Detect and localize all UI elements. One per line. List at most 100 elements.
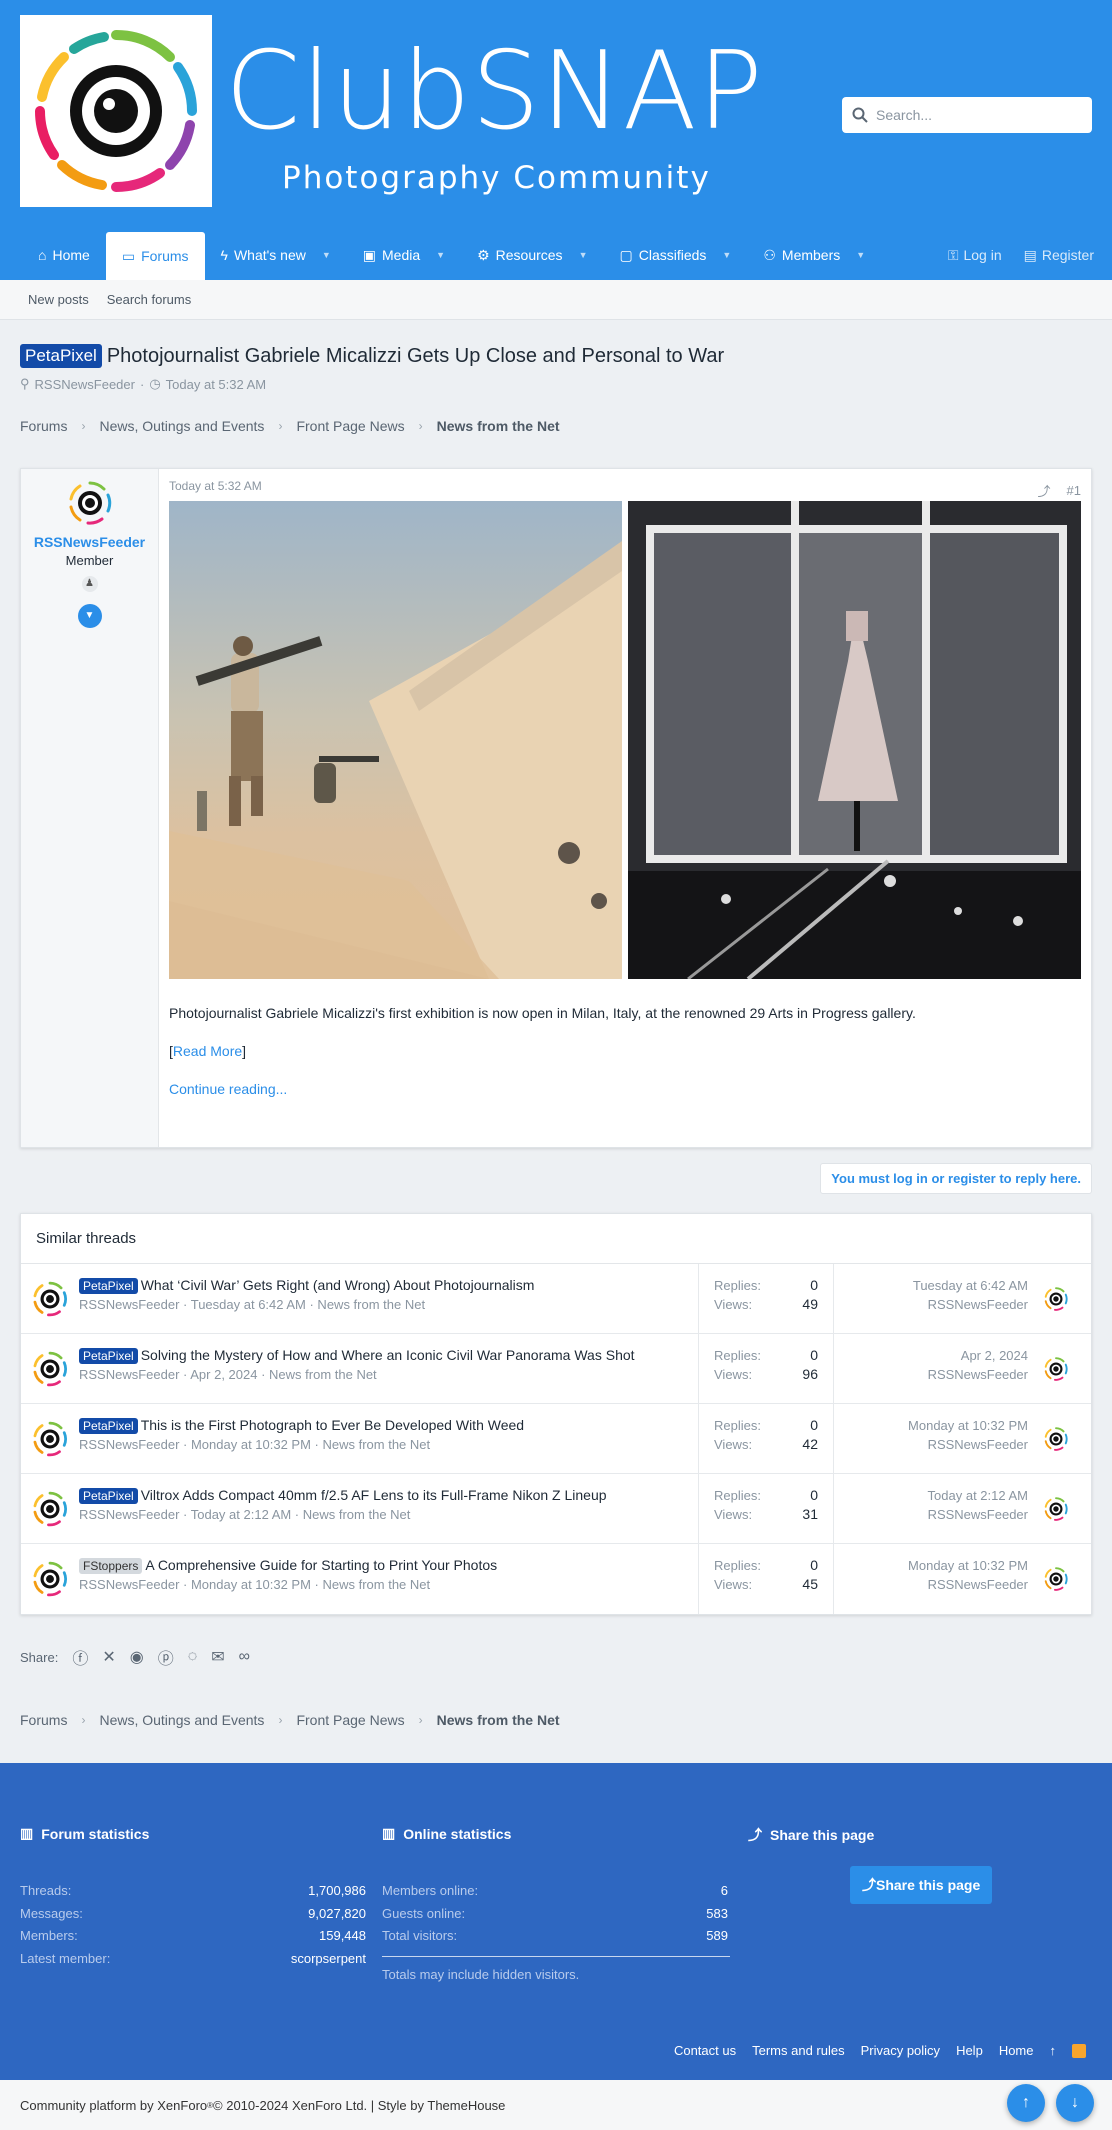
chevron-down-icon[interactable]: ▼ bbox=[722, 250, 731, 260]
new-posts-link[interactable]: New posts bbox=[28, 292, 89, 307]
nav-forums[interactable]: ▭ Forums bbox=[105, 232, 205, 280]
last-post-user[interactable]: RSSNewsFeeder bbox=[834, 1365, 1028, 1384]
last-post-date[interactable]: Today at 2:12 AM bbox=[834, 1486, 1028, 1505]
footer-privacy-link[interactable]: Privacy policy bbox=[861, 2043, 940, 2058]
thread-prefix-badge[interactable]: PetaPixel bbox=[79, 1418, 138, 1434]
chevron-down-icon[interactable]: ▼ bbox=[436, 250, 445, 260]
replies-count: 0 bbox=[810, 1347, 818, 1363]
last-post-user[interactable]: RSSNewsFeeder bbox=[834, 1505, 1028, 1524]
nav-classifieds[interactable]: ▢ Classifieds ▼ bbox=[603, 230, 747, 280]
last-post-date[interactable]: Tuesday at 6:42 AM bbox=[834, 1276, 1028, 1295]
thread-prefix-badge[interactable]: PetaPixel bbox=[79, 1488, 138, 1504]
nav-whats-new[interactable]: ϟ What's new ▼ bbox=[205, 230, 347, 280]
last-post-date[interactable]: Apr 2, 2024 bbox=[834, 1346, 1028, 1365]
search-input[interactable]: Search... bbox=[842, 97, 1092, 133]
register-label: Register bbox=[1041, 247, 1094, 263]
continue-reading-link[interactable]: Continue reading... bbox=[169, 1081, 287, 1097]
thread-prefix-badge[interactable]: PetaPixel bbox=[20, 344, 102, 368]
similar-thread-title-link[interactable]: Viltrox Adds Compact 40mm f/2.5 AF Lens … bbox=[141, 1487, 607, 1503]
avatar[interactable] bbox=[21, 1404, 79, 1473]
last-poster-avatar[interactable] bbox=[1043, 1404, 1091, 1473]
nav-home[interactable]: ⌂ Home bbox=[22, 230, 106, 280]
facebook-icon[interactable]: ⓕ bbox=[72, 1645, 88, 1669]
last-poster-avatar[interactable] bbox=[1043, 1334, 1091, 1403]
last-poster-avatar[interactable] bbox=[1043, 1264, 1091, 1333]
main-nav: ⌂ Home ▭ Forums ϟ What's new ▼ ▣ Media ▼… bbox=[0, 230, 1112, 280]
rss-icon[interactable] bbox=[1072, 2043, 1086, 2058]
footer-home-link[interactable]: Home bbox=[999, 2043, 1034, 2058]
thread-prefix-badge[interactable]: PetaPixel bbox=[79, 1278, 138, 1294]
read-more-link[interactable]: Read More bbox=[173, 1043, 242, 1059]
site-header: ClubSNAP Photography Community Search...… bbox=[0, 0, 1112, 280]
breadcrumb-news-outings[interactable]: News, Outings and Events bbox=[99, 1712, 264, 1728]
last-post-user[interactable]: RSSNewsFeeder bbox=[834, 1575, 1028, 1594]
thread-date-link[interactable]: Today at 5:32 AM bbox=[166, 377, 266, 392]
site-logo[interactable] bbox=[20, 15, 212, 207]
whatsapp-icon[interactable]: ◌ bbox=[188, 1648, 198, 1666]
nav-members[interactable]: ⚇ Members ▼ bbox=[747, 230, 881, 280]
avatar[interactable] bbox=[21, 1544, 79, 1614]
x-twitter-icon[interactable]: ✕ bbox=[102, 1647, 115, 1667]
footer-help-link[interactable]: Help bbox=[956, 2043, 983, 2058]
share-icon[interactable]: ⤴ bbox=[1038, 481, 1051, 500]
thread-prefix-badge[interactable]: PetaPixel bbox=[79, 1348, 138, 1364]
scroll-down-button[interactable]: ↓ bbox=[1056, 2084, 1094, 2122]
link-icon[interactable]: ∞ bbox=[239, 1648, 250, 1666]
breadcrumb-news-outings[interactable]: News, Outings and Events bbox=[99, 418, 264, 434]
footer-terms-link[interactable]: Terms and rules bbox=[752, 2043, 844, 2058]
similar-thread-row[interactable]: PetaPixel What ‘Civil War’ Gets Right (an… bbox=[21, 1264, 1091, 1334]
nav-media[interactable]: ▣ Media ▼ bbox=[347, 230, 461, 280]
thread-author-link[interactable]: RSSNewsFeeder bbox=[35, 377, 135, 392]
similar-thread-title-link[interactable]: What ‘Civil War’ Gets Right (and Wrong) … bbox=[141, 1277, 535, 1293]
similar-thread-row[interactable]: PetaPixel This is the First Photograph to… bbox=[21, 1404, 1091, 1474]
footer-contact-link[interactable]: Contact us bbox=[674, 2043, 736, 2058]
avatar[interactable] bbox=[21, 1334, 79, 1403]
search-forums-link[interactable]: Search forums bbox=[107, 292, 192, 307]
similar-thread-title-link[interactable]: A Comprehensive Guide for Starting to Pr… bbox=[145, 1557, 497, 1573]
last-poster-avatar[interactable] bbox=[1043, 1544, 1091, 1614]
pinterest-icon[interactable]: ⓟ bbox=[158, 1645, 174, 1669]
avatar[interactable] bbox=[21, 1474, 79, 1543]
email-icon[interactable]: ✉ bbox=[211, 1647, 224, 1667]
last-post-user[interactable]: RSSNewsFeeder bbox=[834, 1295, 1028, 1314]
breadcrumb-front-page-news[interactable]: Front Page News bbox=[296, 1712, 404, 1728]
breadcrumb-news-from-net[interactable]: News from the Net bbox=[437, 418, 560, 434]
breadcrumb-news-from-net[interactable]: News from the Net bbox=[437, 1712, 560, 1728]
similar-thread-meta: RSSNewsFeeder · Monday at 10:32 PM · New… bbox=[79, 1437, 431, 1452]
thread-prefix-badge[interactable]: FStoppers bbox=[79, 1558, 143, 1574]
chevron-down-icon[interactable]: ▼ bbox=[856, 250, 865, 260]
similar-thread-title-link[interactable]: This is the First Photograph to Ever Be … bbox=[141, 1417, 524, 1433]
post-username[interactable]: RSSNewsFeeder bbox=[21, 534, 158, 550]
similar-thread-row[interactable]: PetaPixel Solving the Mystery of How and … bbox=[21, 1334, 1091, 1404]
nav-resources[interactable]: ⚙ Resources ▼ bbox=[461, 230, 603, 280]
scroll-up-button[interactable]: ↑ bbox=[1007, 2084, 1045, 2122]
avatar[interactable] bbox=[66, 479, 114, 527]
breadcrumb-forums[interactable]: Forums bbox=[20, 1712, 67, 1728]
post-image-soldiers[interactable] bbox=[169, 501, 622, 979]
breadcrumb-forums[interactable]: Forums bbox=[20, 418, 67, 434]
last-poster-avatar[interactable] bbox=[1043, 1474, 1091, 1543]
last-post-date[interactable]: Monday at 10:32 PM bbox=[834, 1416, 1028, 1435]
register-link[interactable]: ▤ Register bbox=[1024, 247, 1094, 264]
copyright-prefix[interactable]: Community platform by XenForo bbox=[20, 2098, 207, 2113]
avatar[interactable] bbox=[21, 1264, 79, 1333]
similar-thread-title-link[interactable]: Solving the Mystery of How and Where an … bbox=[141, 1347, 635, 1363]
share-page-button[interactable]: ⤴Share this page bbox=[850, 1866, 993, 1904]
login-link[interactable]: ⚿ Log in bbox=[948, 247, 1002, 264]
image-icon: ▣ bbox=[362, 246, 377, 263]
chevron-down-icon[interactable]: ▼ bbox=[322, 250, 331, 260]
similar-thread-row[interactable]: PetaPixel Viltrox Adds Compact 40mm f/2.5… bbox=[21, 1474, 1091, 1544]
reddit-icon[interactable]: ◉ bbox=[130, 1647, 144, 1667]
chevron-down-icon[interactable]: ▼ bbox=[579, 250, 588, 260]
similar-thread-row[interactable]: FStoppers A Comprehensive Guide for Start… bbox=[21, 1544, 1091, 1614]
similar-thread-stats: Replies: 0 Views: 96 bbox=[699, 1334, 834, 1403]
login-to-reply-link[interactable]: You must log in or register to reply her… bbox=[820, 1163, 1092, 1194]
scroll-top-arrow-icon[interactable]: ↑ bbox=[1050, 2043, 1057, 2058]
expand-user-info-button[interactable]: ▼ bbox=[77, 604, 102, 628]
post-image-wedding-dress[interactable] bbox=[628, 501, 1081, 979]
last-post-user[interactable]: RSSNewsFeeder bbox=[834, 1435, 1028, 1454]
post-number-link[interactable]: #1 bbox=[1067, 483, 1081, 498]
last-post-date[interactable]: Monday at 10:32 PM bbox=[834, 1556, 1028, 1575]
breadcrumb-front-page-news[interactable]: Front Page News bbox=[296, 418, 404, 434]
post-date[interactable]: Today at 5:32 AM bbox=[169, 479, 1081, 493]
